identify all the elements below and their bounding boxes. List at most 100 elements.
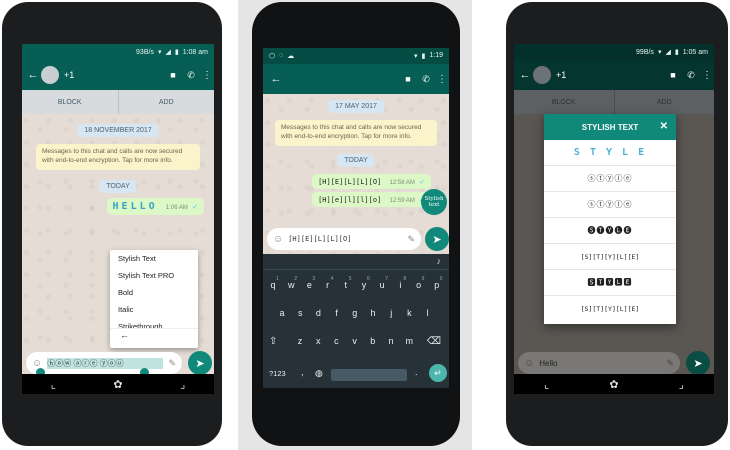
phone-1-screen: 93B/s ▾ ◢ ▮ 1:08 am ← +1 ■ ✆ ⋮ BLOCK ADD… [22,44,214,394]
style-option[interactable]: 🅢🅣🅨🅛🅔 [544,218,676,244]
key-g[interactable]: g [347,308,363,318]
style-option[interactable]: ⓢⓣⓨⓛⓔ [544,192,676,218]
status-bar: 93B/s ▾ ◢ ▮ 1:08 am [22,44,214,60]
symbols-key[interactable]: ?123 [269,369,286,378]
encryption-notice[interactable]: Messages to this chat and calls are now … [36,144,200,170]
signal-icon: ◢ [665,49,671,56]
dialog-title: STYLISH TEXT [581,122,639,132]
style-option[interactable]: [S][T][Y][L][E] [544,296,676,322]
key-f[interactable]: f [329,308,345,318]
avatar[interactable] [533,66,551,84]
more-options-icon[interactable]: ⋮ [700,70,714,81]
comma-key[interactable]: , [301,367,304,377]
attach-icon[interactable]: ✎ [666,358,674,369]
key-j[interactable]: j [383,308,399,318]
key-c[interactable]: c [328,336,344,346]
nav-home-icon[interactable]: ✿ [113,378,122,391]
attach-icon[interactable]: ✎ [168,358,176,369]
keyboard: ♪ q1w2e3r4t5y6u7i8o9p0 asdfghjkl zxcvbnm… [263,254,449,388]
keyboard-row-3: zxcvbnm [263,332,449,354]
message-bubble[interactable]: [H][E][L][L][O] 12:58 AM ✓ [312,174,431,189]
globe-icon[interactable]: ◍ [315,368,323,379]
style-option[interactable]: [S][T][Y][L][E] [544,244,676,270]
video-call-icon[interactable]: ■ [399,74,417,84]
add-button[interactable]: ADD [119,90,215,114]
key-l[interactable]: l [420,308,436,318]
battery-icon: ▮ [421,53,426,60]
style-option[interactable]: ⓢⓣⓨⓛⓔ [544,166,676,192]
message-input[interactable]: ☺ Hello ✎ [518,352,680,374]
key-v[interactable]: v [347,336,363,346]
more-options-icon[interactable]: ⋮ [200,70,214,81]
more-options-icon[interactable]: ⋮ [435,74,449,85]
menu-item-stylish-text[interactable]: Stylish Text [110,250,198,267]
back-arrow-icon[interactable]: ← [25,69,41,81]
back-arrow-icon[interactable]: ← [267,73,285,85]
menu-back-arrow-icon[interactable]: ← [120,330,129,340]
stylish-text-floating-button[interactable]: Stylish text [421,189,447,215]
nav-recent-icon[interactable]: ⌟ [180,378,185,391]
back-arrow-icon[interactable]: ← [517,69,533,81]
enter-key[interactable]: ↵ [429,364,447,382]
send-button[interactable]: ➤ [188,351,212,375]
nav-recent-icon[interactable]: ⌟ [679,378,684,391]
style-option[interactable]: S T Y L E [544,140,676,166]
video-call-icon[interactable]: ■ [664,70,682,80]
key-d[interactable]: d [310,308,326,318]
backspace-key[interactable]: ⌫ [427,336,441,347]
block-button[interactable]: BLOCK [514,90,615,114]
key-x[interactable]: x [310,336,326,346]
message-input[interactable]: ☺ ⓗⓞⓦ ⓐⓡⓔ ⓨⓞⓤ ✎ [26,352,182,374]
period-key[interactable]: . [415,367,418,377]
emoji-icon[interactable]: ☺ [32,358,42,369]
message-input[interactable]: ☺ [H][E][L][L][O] ✎ [267,228,421,250]
send-button[interactable]: ➤ [425,227,449,251]
phone-call-icon[interactable]: ✆ [417,74,435,85]
space-bar[interactable] [331,369,407,381]
chat-header: ← +1 ■ ✆ ⋮ [514,60,714,90]
key-n[interactable]: n [383,336,399,346]
emoji-icon[interactable]: ☺ [273,234,283,245]
shift-key[interactable]: ⇧ [269,336,277,347]
key-h[interactable]: h [365,308,381,318]
block-button[interactable]: BLOCK [22,90,119,114]
context-menu: Stylish Text Stylish Text PRO Bold Itali… [110,250,198,348]
mic-icon[interactable]: ♪ [437,256,442,266]
nav-home-icon[interactable]: ✿ [609,378,618,391]
attach-icon[interactable]: ✎ [407,234,415,245]
menu-item-bold[interactable]: Bold [110,284,198,301]
style-option-text: [S][T][Y][L][E] [580,252,640,261]
key-b[interactable]: b [365,336,381,346]
key-z[interactable]: z [292,336,308,346]
date-chip: 17 MAY 2017 [328,100,384,113]
menu-back-row[interactable]: ← [110,328,198,342]
emoji-icon[interactable]: ☺ [524,358,534,369]
key-k[interactable]: k [401,308,417,318]
video-call-icon[interactable]: ■ [164,70,182,80]
key-a[interactable]: a [274,308,290,318]
status-bar: 99B/s ▾ ◢ ▮ 1:05 am [514,44,714,60]
send-button[interactable]: ➤ [686,351,710,375]
phone-call-icon[interactable]: ✆ [682,70,700,81]
keyboard-bottom-row: ?123 , ◍ . ↵ [263,364,449,386]
style-option[interactable]: 🆂🆃🆈🅻🅴 [544,270,676,296]
add-button[interactable]: ADD [615,90,715,114]
sync-icon: ◌ [279,52,284,59]
menu-item-stylish-text-pro[interactable]: Stylish Text PRO [110,267,198,284]
menu-item-italic[interactable]: Italic [110,301,198,318]
contact-name[interactable]: +1 [64,70,164,80]
menu-item-strikethrough[interactable]: Strikethrough [110,318,198,328]
message-bubble[interactable]: [H][e][l][l][o] 12:59 AM ✓ [312,192,431,207]
key-m[interactable]: m [401,336,417,346]
avatar[interactable] [41,66,59,84]
dialog-header: STYLISH TEXT ✕ [544,114,676,140]
close-icon[interactable]: ✕ [660,121,668,132]
contact-name[interactable]: +1 [556,70,664,80]
nav-back-icon[interactable]: ⌞ [544,378,549,391]
phone-call-icon[interactable]: ✆ [182,70,200,81]
encryption-notice[interactable]: Messages to this chat and calls are now … [275,120,437,146]
nav-back-icon[interactable]: ⌞ [51,378,56,391]
today-chip: TODAY [99,180,137,193]
key-s[interactable]: s [292,308,308,318]
message-bubble[interactable]: HELLO 1:06 AM ✓ [106,198,204,215]
